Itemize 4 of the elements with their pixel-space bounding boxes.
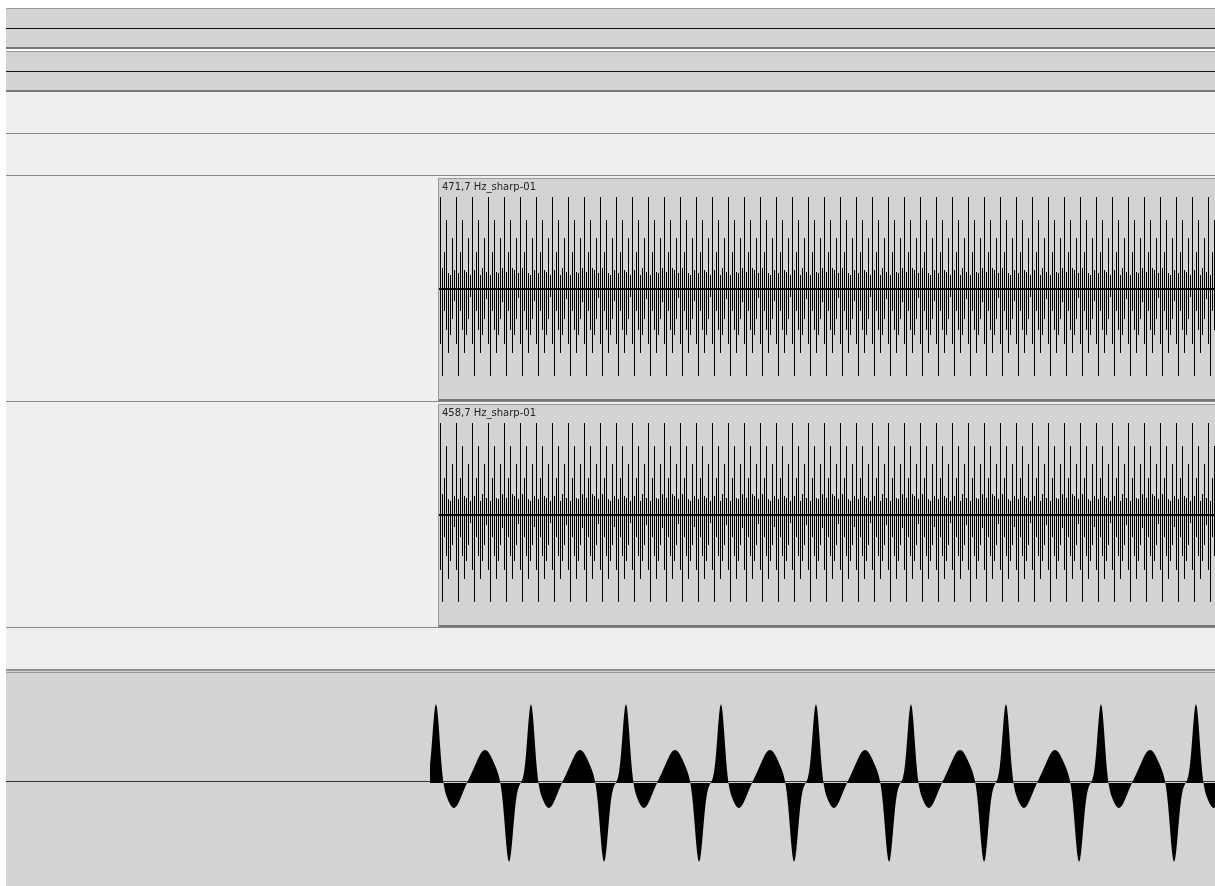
clip-name: 471,7 Hz_sharp-01 bbox=[441, 180, 537, 192]
clip-name: 458,7 Hz_sharp-01 bbox=[441, 406, 537, 418]
audio-clip[interactable]: 471,7 Hz_sharp-01 bbox=[438, 178, 1215, 401]
audio-clip[interactable]: 458,7 Hz_sharp-01 bbox=[438, 404, 1215, 627]
